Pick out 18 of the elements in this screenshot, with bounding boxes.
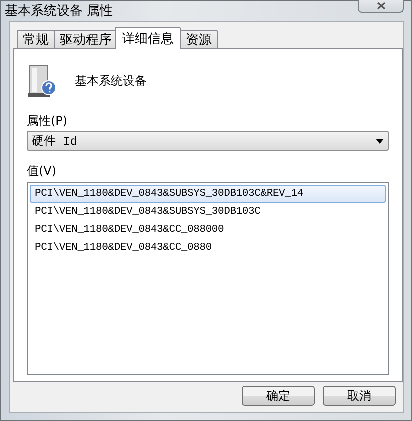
property-dropdown[interactable]: 硬件 Id xyxy=(27,131,389,151)
device-name: 基本系统设备 xyxy=(75,72,147,90)
close-button[interactable] xyxy=(358,0,404,13)
tab[interactable]: 资源 xyxy=(180,30,218,49)
tab[interactable]: 驱动程序 xyxy=(54,30,118,49)
value-item[interactable]: PCI\VEN_1180&DEV_0843&SUBSYS_30DB103C&REV_14 xyxy=(30,185,386,203)
close-icon xyxy=(376,2,386,10)
dialog-button[interactable]: 取消 xyxy=(323,386,396,406)
tab[interactable]: 常规 xyxy=(17,30,55,49)
value-label: 值(V) xyxy=(27,163,58,179)
value-item[interactable]: PCI\VEN_1180&DEV_0843&CC_0880 xyxy=(30,239,386,257)
dropdown-arrow-icon xyxy=(376,138,384,144)
value-item[interactable]: PCI\VEN_1180&DEV_0843&SUBSYS_30DB103C xyxy=(30,203,386,221)
property-label: 属性(P) xyxy=(27,113,69,129)
dialog-button[interactable]: 确定 xyxy=(242,386,315,406)
value-item[interactable]: PCI\VEN_1180&DEV_0843&CC_088000 xyxy=(30,221,386,239)
window-title: 基本系统设备 属性 xyxy=(5,3,114,20)
tab[interactable]: 详细信息 xyxy=(115,27,181,49)
